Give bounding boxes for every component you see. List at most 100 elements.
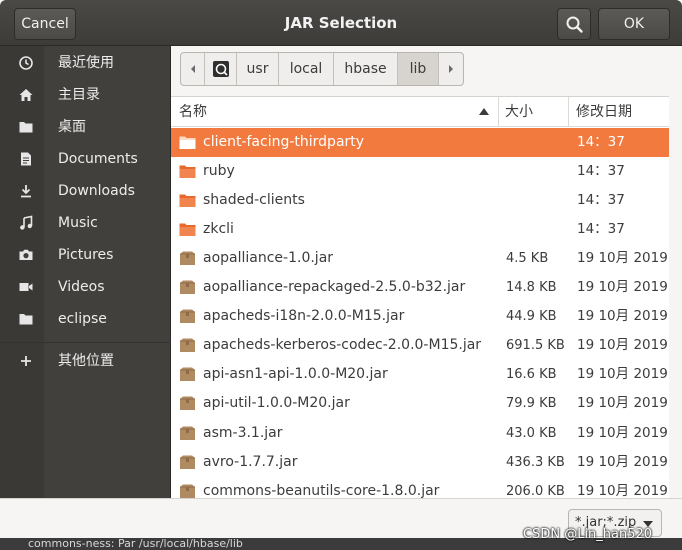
folder-row[interactable]: client-facing-thirdparty 14：37 [171, 128, 669, 157]
sidebar-item-home[interactable]: 主目录 [0, 80, 171, 110]
places-sidebar: 最近使用 主目录 桌面 Documents Downloads Music Pi… [0, 46, 171, 498]
search-button[interactable] [557, 8, 591, 40]
file-size: 79.9 KB [506, 396, 557, 412]
home-icon [19, 89, 33, 101]
file-row[interactable]: aopalliance-repackaged-2.5.0-b32.jar 14.8… [171, 273, 669, 302]
sidebar-separator [0, 342, 171, 343]
file-size: 16.6 KB [506, 367, 557, 383]
path-bar: usr local hbase lib [180, 52, 464, 86]
file-name: commons-beanutils-core-1.8.0.jar [203, 482, 440, 498]
file-modified-date: 19 10月 2019 [577, 279, 668, 296]
cancel-button[interactable]: Cancel [14, 8, 76, 40]
sidebar-item-downloads[interactable]: Downloads [0, 176, 171, 206]
recent-icon [19, 56, 33, 70]
sort-ascending-icon [479, 108, 489, 115]
sidebar-item-label: eclipse [58, 311, 107, 327]
folder-icon [19, 314, 33, 325]
sidebar-item-label: Documents [58, 151, 138, 167]
column-header-name[interactable]: 名称 [171, 97, 499, 127]
file-size: 691.5 KB [506, 338, 565, 354]
file-modified-date: 14：37 [577, 163, 625, 180]
path-scroll-right-button[interactable] [439, 53, 463, 85]
archive-icon [180, 484, 195, 498]
file-row[interactable]: api-util-1.0.0-M20.jar 79.9 KB 19 10月 2019 [171, 389, 669, 418]
sidebar-item-label: 最近使用 [58, 55, 114, 71]
sidebar-item-documents[interactable]: Documents [0, 144, 171, 174]
path-segment-lib[interactable]: lib [398, 53, 439, 85]
folder-row[interactable]: ruby 14：37 [171, 157, 669, 186]
file-row[interactable]: apacheds-kerberos-codec-2.0.0-M15.jar 691… [171, 331, 669, 360]
file-modified-date: 19 10月 2019 [577, 482, 668, 498]
file-row[interactable]: apacheds-i18n-2.0.0-M15.jar 44.9 KB 19 10月… [171, 302, 669, 331]
file-size: 43.0 KB [506, 425, 557, 441]
file-row[interactable]: api-asn1-api-1.0.0-M20.jar 16.6 KB 19 10月 … [171, 360, 669, 389]
file-name: apacheds-i18n-2.0.0-M15.jar [203, 308, 405, 325]
document-icon [21, 152, 31, 166]
sidebar-item-label: 主目录 [58, 87, 100, 103]
file-name: shaded-clients [203, 192, 305, 209]
sidebar-item-label: Downloads [58, 183, 135, 199]
file-name: aopalliance-repackaged-2.5.0-b32.jar [203, 279, 466, 296]
file-row[interactable]: aopalliance-1.0.jar 4.5 KB 19 10月 2019 [171, 244, 669, 273]
file-modified-date: 14：37 [577, 221, 625, 238]
file-modified-date: 19 10月 2019 [577, 395, 668, 412]
file-size: 44.9 KB [506, 309, 557, 325]
column-header-modified[interactable]: 修改日期 [569, 97, 669, 127]
chevron-right-icon [449, 65, 453, 73]
file-name: asm-3.1.jar [203, 424, 283, 441]
file-modified-date: 19 10月 2019 [577, 424, 668, 441]
archive-icon [180, 426, 195, 440]
ok-button[interactable]: OK [598, 8, 670, 40]
music-icon [20, 215, 33, 230]
camera-icon [19, 249, 33, 260]
archive-icon [180, 455, 195, 469]
path-root-button[interactable] [205, 53, 237, 85]
file-modified-date: 14：37 [577, 192, 625, 209]
path-segment-local[interactable]: local [279, 53, 334, 85]
file-size: 14.8 KB [506, 280, 557, 296]
file-list: 名称 大小 修改日期 client-facing-thirdparty 14：37… [171, 96, 669, 498]
file-name: api-util-1.0.0-M20.jar [203, 395, 350, 412]
drive-icon [213, 61, 229, 77]
plus-icon [21, 356, 31, 366]
archive-icon [180, 309, 195, 324]
path-segment-usr[interactable]: usr [237, 53, 279, 85]
path-segment-hbase[interactable]: hbase [334, 53, 398, 85]
sidebar-item-music[interactable]: Music [0, 208, 171, 238]
column-header-size-label: 大小 [505, 104, 533, 120]
archive-icon [180, 338, 195, 353]
file-modified-date: 19 10月 2019 [577, 308, 668, 325]
file-name: client-facing-thirdparty [203, 134, 365, 150]
file-name: api-asn1-api-1.0.0-M20.jar [203, 366, 388, 383]
archive-icon [180, 367, 195, 382]
file-modified-date: 19 10月 2019 [577, 366, 668, 383]
sidebar-item-videos[interactable]: Videos [0, 272, 171, 302]
sidebar-item-label: 桌面 [58, 119, 86, 135]
sidebar-item-recent[interactable]: 最近使用 [0, 48, 171, 78]
window-right-border [669, 46, 682, 498]
sidebar-item-eclipse[interactable]: eclipse [0, 304, 171, 334]
sidebar-item-desktop[interactable]: 桌面 [0, 112, 171, 142]
sidebar-item-label: Pictures [58, 247, 114, 263]
file-name: aopalliance-1.0.jar [203, 250, 334, 267]
path-scroll-left-button[interactable] [181, 53, 205, 85]
file-row[interactable]: asm-3.1.jar 43.0 KB 19 10月 2019 [171, 419, 669, 448]
search-icon [566, 16, 583, 33]
sidebar-item-label: Music [58, 215, 98, 231]
file-size: 4.5 KB [506, 251, 549, 267]
folder-icon [179, 223, 196, 237]
file-row[interactable]: commons-beanutils-core-1.8.0.jar 206.0 KB… [171, 477, 669, 498]
file-modified-date: 19 10月 2019 [577, 250, 668, 267]
column-header-modified-label: 修改日期 [576, 104, 632, 120]
column-header-size[interactable]: 大小 [499, 97, 569, 127]
file-size: 206.0 KB [506, 483, 565, 498]
folder-icon [179, 194, 196, 208]
sidebar-item-pictures[interactable]: Pictures [0, 240, 171, 270]
folder-icon [179, 165, 196, 179]
video-icon [19, 283, 33, 291]
file-row[interactable]: avro-1.7.7.jar 436.3 KB 19 10月 2019 [171, 448, 669, 477]
sidebar-item-other-locations[interactable]: 其他位置 [0, 346, 171, 376]
folder-row[interactable]: zkcli 14：37 [171, 215, 669, 244]
file-modified-date: 19 10月 2019 [577, 453, 668, 470]
folder-row[interactable]: shaded-clients 14：37 [171, 186, 669, 215]
